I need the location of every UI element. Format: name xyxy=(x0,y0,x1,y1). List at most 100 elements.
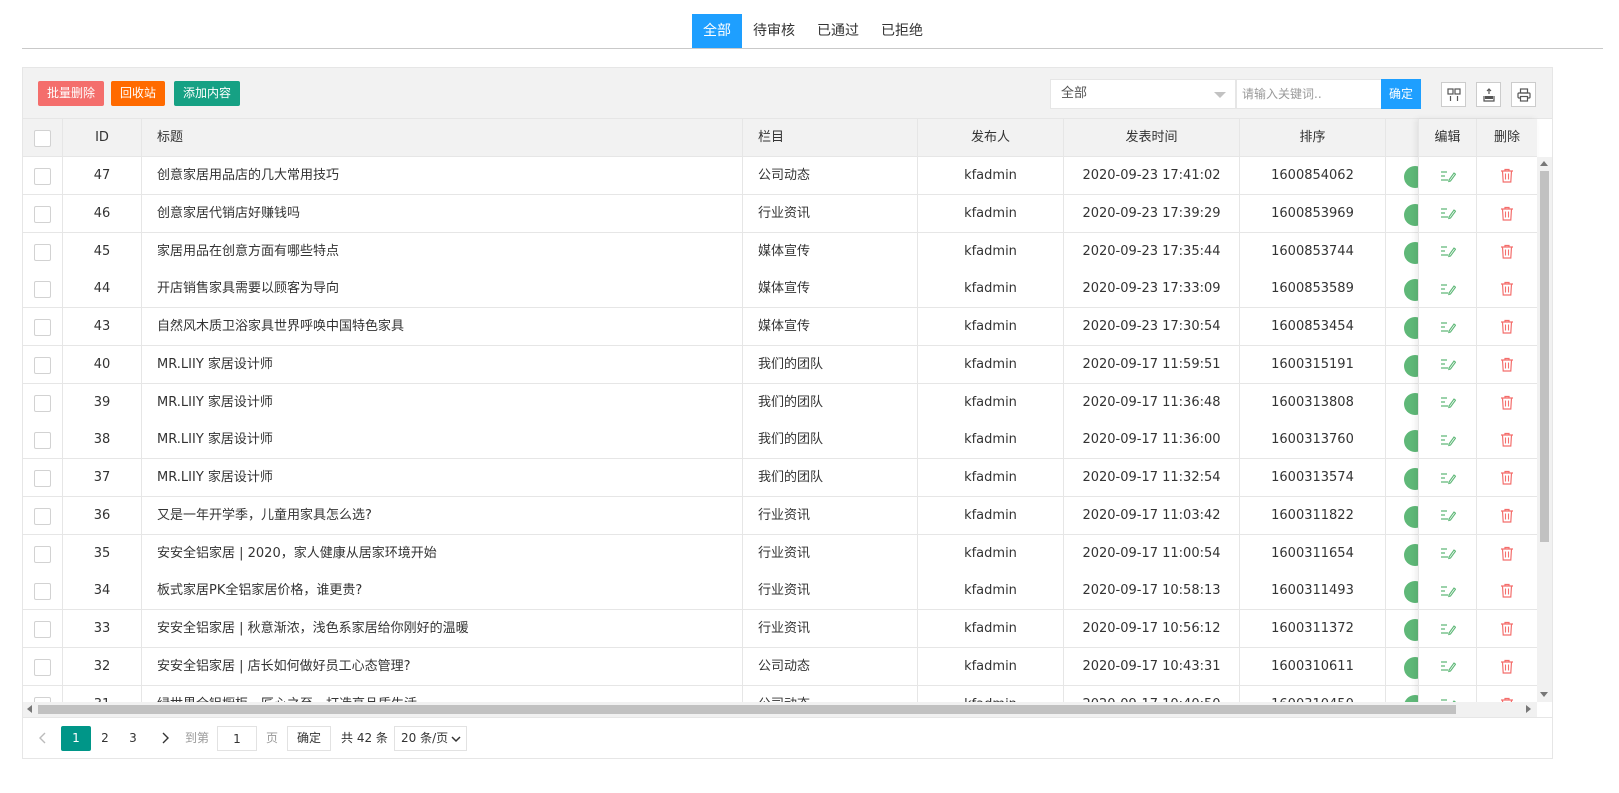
tab-rejected[interactable]: 已拒绝 xyxy=(870,14,934,48)
header-title[interactable]: 标题 xyxy=(142,119,743,157)
table-row[interactable]: 36 又是一年开学季，儿童用家具怎么选? 行业资讯 kfadmin 2020-09-17… xyxy=(23,496,1537,535)
recycle-bin-button[interactable]: 回收站 xyxy=(111,81,166,106)
edit-icon[interactable] xyxy=(1440,622,1456,636)
status-toggle[interactable] xyxy=(1404,317,1418,339)
trash-icon[interactable] xyxy=(1500,508,1514,523)
page-2-button[interactable]: 2 xyxy=(93,726,117,751)
scroll-up-arrow-icon[interactable] xyxy=(1540,161,1548,166)
edit-icon[interactable] xyxy=(1440,206,1456,220)
table-row[interactable]: 32 安安全铝家居 | 店长如何做好员工心态管理? 公司动态 kfadmin 2020-… xyxy=(23,647,1537,686)
edit-icon[interactable] xyxy=(1440,357,1456,371)
edit-icon[interactable] xyxy=(1440,282,1456,296)
row-checkbox[interactable] xyxy=(34,658,51,676)
tab-pending[interactable]: 待审核 xyxy=(742,14,806,48)
status-toggle[interactable] xyxy=(1404,392,1418,415)
status-toggle[interactable] xyxy=(1404,505,1418,528)
export-button[interactable] xyxy=(1476,82,1501,107)
batch-delete-button[interactable]: 批量删除 xyxy=(38,81,105,106)
edit-icon[interactable] xyxy=(1440,584,1456,598)
row-checkbox[interactable] xyxy=(34,621,51,638)
row-checkbox[interactable] xyxy=(34,356,51,374)
status-toggle[interactable] xyxy=(1404,543,1418,566)
table-row[interactable]: 46 创意家居代销店好赚钱吗 行业资讯 kfadmin 2020-09-23 17:39… xyxy=(23,194,1537,233)
edit-icon[interactable] xyxy=(1440,659,1456,673)
edit-icon[interactable] xyxy=(1440,433,1456,447)
scroll-right-arrow-icon[interactable] xyxy=(1526,705,1531,713)
horizontal-scrollbar[interactable] xyxy=(23,702,1537,717)
add-content-button[interactable]: 添加内容 xyxy=(174,81,241,106)
trash-icon[interactable] xyxy=(1500,168,1514,183)
header-publisher[interactable]: 发布人 xyxy=(918,119,1064,157)
columns-filter-button[interactable] xyxy=(1441,82,1466,107)
trash-icon[interactable] xyxy=(1500,659,1514,674)
horizontal-scroll-thumb[interactable] xyxy=(38,705,1456,714)
edit-icon[interactable] xyxy=(1440,320,1456,334)
trash-icon[interactable] xyxy=(1500,395,1514,410)
goto-confirm-button[interactable]: 确定 xyxy=(287,726,331,751)
row-checkbox[interactable] xyxy=(34,205,51,223)
table-row[interactable]: 33 安安全铝家居 | 秋意渐浓，浅色系家居给你刚好的温暖 行业资讯 kfadmin 2… xyxy=(23,610,1537,648)
row-checkbox[interactable] xyxy=(34,470,51,487)
table-row[interactable]: 40 MR.LIIY 家居设计师 我们的团队 kfadmin 2020-09-17 11… xyxy=(23,345,1537,384)
page-3-button[interactable]: 3 xyxy=(121,726,145,751)
row-checkbox[interactable] xyxy=(34,545,51,563)
page-1-button[interactable]: 1 xyxy=(61,726,91,751)
status-toggle[interactable] xyxy=(1404,619,1418,641)
row-checkbox[interactable] xyxy=(34,243,51,261)
status-toggle[interactable] xyxy=(1404,468,1418,490)
trash-icon[interactable] xyxy=(1500,206,1514,221)
trash-icon[interactable] xyxy=(1500,470,1514,485)
trash-icon[interactable] xyxy=(1500,244,1514,259)
edit-icon[interactable] xyxy=(1440,244,1456,258)
table-row[interactable]: 38 MR.LIIY 家居设计师 我们的团队 kfadmin 2020-09-17 11… xyxy=(23,421,1537,460)
scroll-down-arrow-icon[interactable] xyxy=(1540,692,1548,697)
edit-icon[interactable] xyxy=(1440,546,1456,560)
row-checkbox[interactable] xyxy=(34,394,51,412)
table-row[interactable]: 37 MR.LIIY 家居设计师 我们的团队 kfadmin 2020-09-17 11… xyxy=(23,459,1537,497)
select-all-checkbox[interactable] xyxy=(34,130,51,147)
status-toggle[interactable] xyxy=(1404,656,1418,679)
row-checkbox[interactable] xyxy=(34,281,51,299)
status-toggle[interactable] xyxy=(1404,203,1418,226)
page-size-select[interactable]: 20 条/页 xyxy=(394,726,467,751)
keyword-search-input[interactable] xyxy=(1236,79,1382,109)
edit-icon[interactable] xyxy=(1440,471,1456,485)
trash-icon[interactable] xyxy=(1500,621,1514,636)
row-checkbox[interactable] xyxy=(34,168,51,185)
edit-icon[interactable] xyxy=(1440,395,1456,409)
header-sort[interactable]: 排序 xyxy=(1240,119,1386,157)
trash-icon[interactable] xyxy=(1500,583,1514,598)
table-row[interactable]: 39 MR.LIIY 家居设计师 我们的团队 kfadmin 2020-09-17 11… xyxy=(23,383,1537,422)
status-toggle[interactable] xyxy=(1404,166,1418,188)
prev-page-button[interactable] xyxy=(35,726,51,751)
trash-icon[interactable] xyxy=(1500,357,1514,372)
row-checkbox[interactable] xyxy=(34,583,51,601)
search-confirm-button[interactable]: 确定 xyxy=(1381,79,1421,109)
status-toggle[interactable] xyxy=(1404,279,1418,302)
print-button[interactable] xyxy=(1511,82,1536,107)
status-toggle[interactable] xyxy=(1404,694,1418,702)
trash-icon[interactable] xyxy=(1500,546,1514,561)
row-checkbox[interactable] xyxy=(34,432,51,450)
table-row[interactable]: 44 开店销售家具需要以顾客为导向 媒体宣传 kfadmin 2020-09-23 17… xyxy=(23,270,1537,309)
trash-icon[interactable] xyxy=(1500,281,1514,296)
vertical-scrollbar[interactable] xyxy=(1537,157,1552,702)
trash-icon[interactable] xyxy=(1500,432,1514,447)
vertical-scroll-thumb[interactable] xyxy=(1540,171,1549,542)
row-checkbox[interactable] xyxy=(34,319,51,336)
tab-all[interactable]: 全部 xyxy=(692,14,742,48)
trash-icon[interactable] xyxy=(1500,319,1514,334)
edit-icon[interactable] xyxy=(1440,169,1456,183)
tab-approved[interactable]: 已通过 xyxy=(806,14,870,48)
row-checkbox[interactable] xyxy=(34,507,51,525)
next-page-button[interactable] xyxy=(157,726,173,751)
scroll-left-arrow-icon[interactable] xyxy=(27,705,32,713)
status-toggle[interactable] xyxy=(1404,581,1418,604)
header-publish-time[interactable]: 发表时间 xyxy=(1064,119,1240,157)
goto-page-input[interactable] xyxy=(217,726,257,751)
header-id[interactable]: ID xyxy=(63,119,142,157)
table-row[interactable]: 34 板式家居PK全铝家居价格，谁更贵? 行业资讯 kfadmin 2020-09-17… xyxy=(23,572,1537,611)
status-toggle[interactable] xyxy=(1404,241,1418,264)
status-toggle[interactable] xyxy=(1404,430,1418,453)
header-category[interactable]: 栏目 xyxy=(743,119,918,157)
